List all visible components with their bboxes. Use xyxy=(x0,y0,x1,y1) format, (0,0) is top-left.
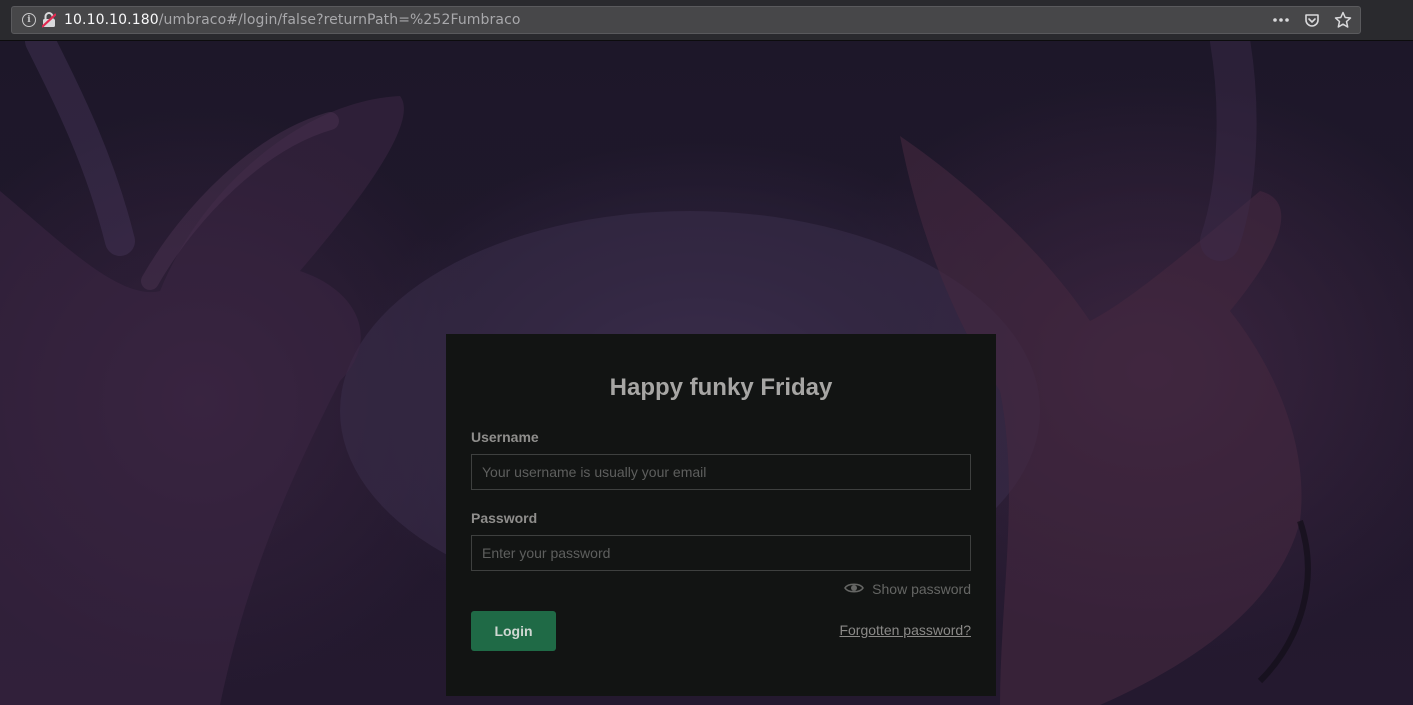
login-button[interactable]: Login xyxy=(471,611,556,651)
url-path: /umbraco#/login/false?returnPath=%252Fum… xyxy=(158,12,521,28)
url-host: 10.10.10.180 xyxy=(64,12,159,28)
info-icon[interactable]: i xyxy=(22,13,36,27)
pocket-icon[interactable] xyxy=(1304,12,1320,28)
insecure-lock-icon[interactable] xyxy=(42,12,56,28)
bookmark-star-icon[interactable] xyxy=(1334,11,1352,29)
username-input[interactable] xyxy=(471,454,971,490)
password-input[interactable] xyxy=(471,535,971,571)
login-page-background: Happy funky Friday Username Password Sho… xyxy=(0,41,1413,705)
show-password-toggle[interactable]: Show password xyxy=(844,581,971,597)
login-panel: Happy funky Friday Username Password Sho… xyxy=(446,334,996,696)
forgotten-password-link[interactable]: Forgotten password? xyxy=(839,622,971,638)
address-bar[interactable]: i 10.10.10.180/umbraco#/login/false?retu… xyxy=(11,6,1361,34)
more-actions-icon[interactable] xyxy=(1272,17,1290,23)
eye-icon xyxy=(844,581,865,597)
browser-toolbar: i 10.10.10.180/umbraco#/login/false?retu… xyxy=(0,0,1413,41)
show-password-label: Show password xyxy=(872,581,971,597)
address-bar-actions xyxy=(1272,11,1352,29)
username-label: Username xyxy=(471,429,539,445)
password-label: Password xyxy=(471,510,538,526)
login-greeting: Happy funky Friday xyxy=(609,374,833,401)
url-text[interactable]: 10.10.10.180/umbraco#/login/false?return… xyxy=(64,12,521,28)
